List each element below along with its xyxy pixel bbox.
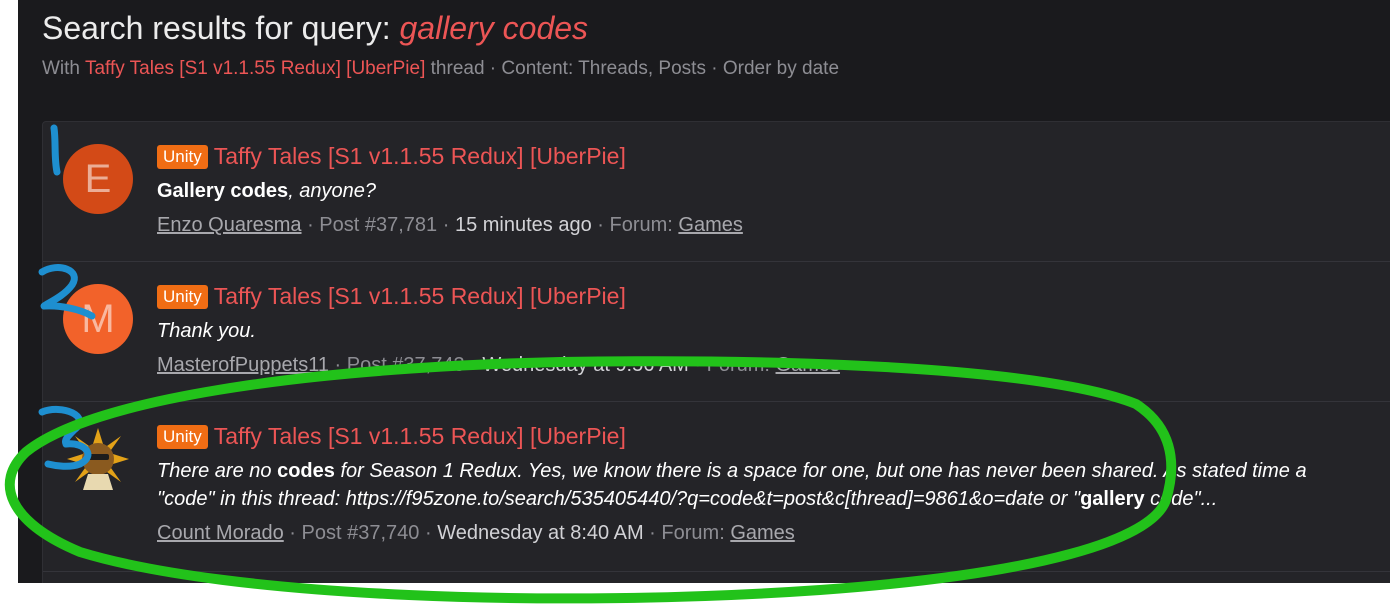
- snippet-text: Thank you.: [157, 320, 256, 342]
- results-list: E Unity Taffy Tales [S1 v1.1.55 Redux] [U…: [42, 121, 1390, 583]
- result-item: M Unity Taffy Tales [S1 v1.1.55 Redux] [U…: [43, 262, 1390, 402]
- snippet-highlight: codes: [277, 460, 335, 482]
- forum-link[interactable]: Games: [678, 214, 742, 236]
- result-meta: Enzo Quaresma · Post #37,781 · 15 minute…: [157, 214, 743, 236]
- result-item: E Unity Taffy Tales [S1 v1.1.55 Redux] [U…: [43, 122, 1390, 262]
- thread-title-link[interactable]: Taffy Tales [S1 v1.1.55 Redux] [UberPie]: [214, 423, 626, 449]
- search-results-page: Search results for query: gallery codes …: [18, 0, 1390, 583]
- result-snippet[interactable]: There are no codes for Season 1 Redux. Y…: [157, 457, 1390, 513]
- result-headline: Unity Taffy Tales [S1 v1.1.55 Redux] [Ube…: [157, 280, 1390, 312]
- snippet-line-1: There are no codes for Season 1 Redux. Y…: [157, 457, 1390, 485]
- result-item: Unity Taffy Tales [S1 v1.1.55 Redux] [Ube…: [43, 402, 1390, 572]
- username-link[interactable]: Enzo Quaresma: [157, 214, 302, 236]
- result-content: Unity Taffy Tales [S1 v1.1.55 Redux] [Ube…: [157, 420, 1390, 547]
- snippet-text: , anyone?: [288, 180, 377, 202]
- sunflower-avatar-icon: [67, 428, 129, 490]
- post-number: Post #37,743: [346, 354, 465, 376]
- username-link[interactable]: Count Morado: [157, 522, 284, 544]
- thread-title-link[interactable]: Taffy Tales [S1 v1.1.55 Redux] [UberPie]: [214, 283, 626, 309]
- snippet-text: code"...: [1144, 488, 1218, 510]
- snippet-text: There are no: [157, 460, 278, 482]
- forum-label: Forum:: [661, 522, 731, 544]
- result-content: Unity Taffy Tales [S1 v1.1.55 Redux] [Ube…: [157, 280, 1390, 379]
- forum-link[interactable]: Games: [730, 522, 794, 544]
- prefix-badge[interactable]: Unity: [157, 425, 208, 449]
- result-meta: Count Morado · Post #37,740 · Wednesday …: [157, 522, 795, 544]
- avatar[interactable]: M: [63, 284, 133, 354]
- prefix-badge[interactable]: Unity: [157, 285, 208, 309]
- thread-filter-link[interactable]: Taffy Tales [S1 v1.1.55 Redux] [UberPie]: [85, 58, 425, 79]
- search-subtitle: With Taffy Tales [S1 v1.1.55 Redux] [Ube…: [42, 58, 839, 80]
- snippet-line-2: "code" in this thread: https://f95zone.t…: [157, 485, 1390, 513]
- subtitle-with: With: [42, 58, 85, 79]
- post-time: Wednesday at 9:56 AM: [482, 354, 689, 376]
- prefix-badge[interactable]: Unity: [157, 145, 208, 169]
- forum-label: Forum:: [706, 354, 776, 376]
- page-title: Search results for query: gallery codes: [42, 10, 588, 47]
- query-text: gallery codes: [399, 10, 589, 46]
- result-snippet[interactable]: Thank you.: [157, 317, 1390, 345]
- result-headline: Unity Taffy Tales [S1 v1.1.55 Redux] [Ube…: [157, 420, 1390, 452]
- title-prefix: Search results for query:: [42, 10, 400, 46]
- post-time: 15 minutes ago: [454, 214, 592, 236]
- forum-link[interactable]: Games: [776, 354, 840, 376]
- result-snippet[interactable]: Gallery codes, anyone?: [157, 177, 1390, 205]
- result-content: Unity Taffy Tales [S1 v1.1.55 Redux] [Ube…: [157, 140, 1390, 239]
- post-number: Post #37,781: [319, 214, 438, 236]
- subtitle-filters: thread · Content: Threads, Posts · Order…: [425, 58, 840, 79]
- thread-title-link[interactable]: Taffy Tales [S1 v1.1.55 Redux] [UberPie]: [214, 143, 626, 169]
- snippet-text: "code" in this thread: https://f95zone.t…: [157, 488, 1081, 510]
- forum-label: Forum:: [609, 214, 679, 236]
- post-number: Post #37,740: [301, 522, 420, 544]
- result-meta: MasterofPuppets11 · Post #37,743 · Wedne…: [157, 354, 840, 376]
- avatar[interactable]: [63, 424, 133, 494]
- snippet-highlight: Gallery codes: [157, 180, 289, 202]
- post-time: Wednesday at 8:40 AM: [437, 522, 644, 544]
- username-link[interactable]: MasterofPuppets11: [157, 354, 329, 376]
- snippet-highlight: gallery: [1080, 488, 1145, 510]
- snippet-text: for Season 1 Redux. Yes, we know there i…: [334, 460, 1307, 482]
- result-headline: Unity Taffy Tales [S1 v1.1.55 Redux] [Ube…: [157, 140, 1390, 172]
- avatar[interactable]: E: [63, 144, 133, 214]
